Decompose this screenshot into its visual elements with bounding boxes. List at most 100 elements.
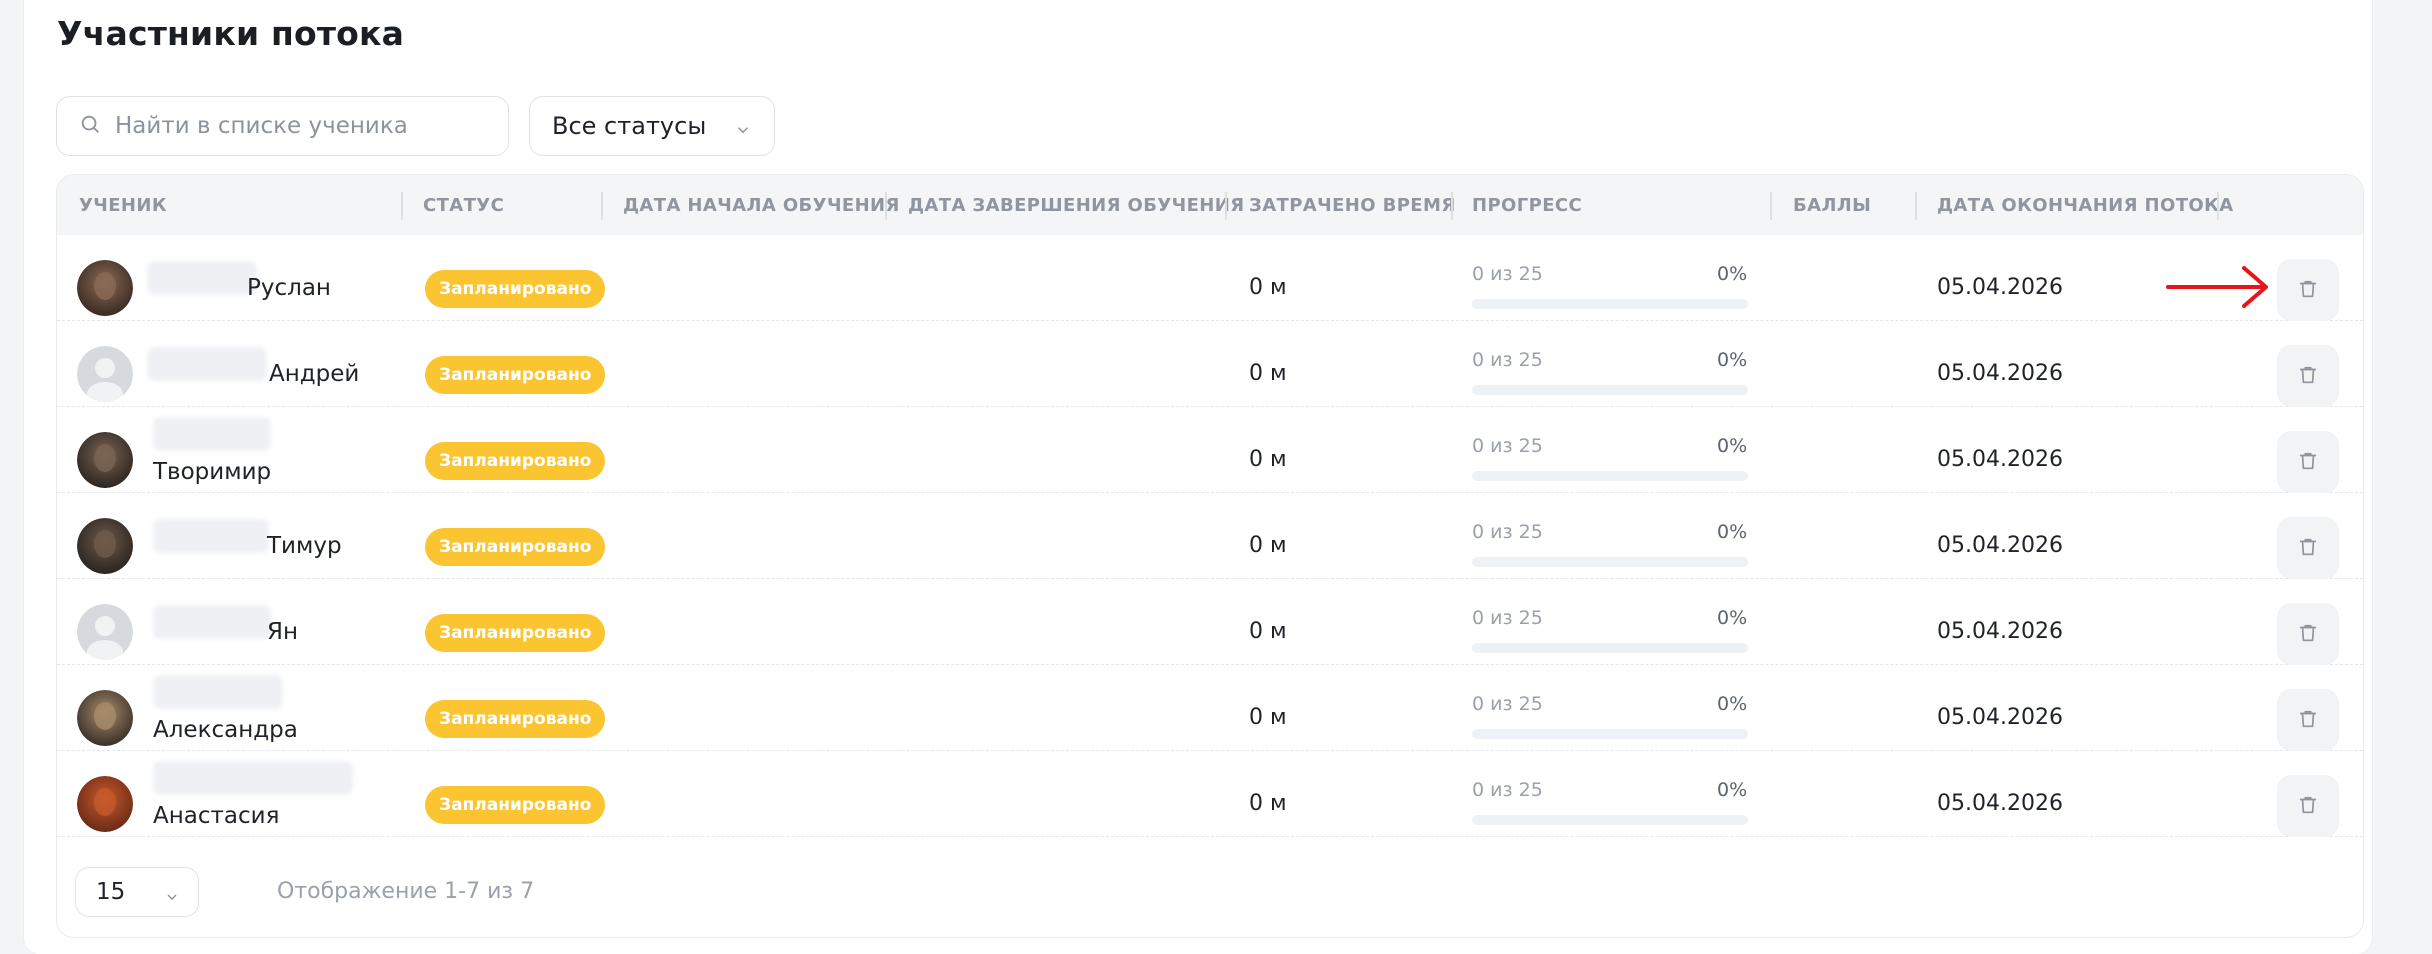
column-header-student[interactable]: Ученик <box>79 175 167 235</box>
column-divider <box>401 192 403 220</box>
delete-button[interactable] <box>2277 431 2339 493</box>
trash-icon <box>2297 708 2319 733</box>
progress-bar <box>1472 299 1748 309</box>
stream-end-date: 05.04.2026 <box>1937 361 2063 386</box>
time-spent: 0 м <box>1249 791 1287 816</box>
time-spent: 0 м <box>1249 275 1287 300</box>
status-filter-value: Все статусы <box>552 112 707 140</box>
stream-end-date: 05.04.2026 <box>1937 619 2063 644</box>
progress-bar <box>1472 471 1748 481</box>
progress-percent: 0% <box>1717 435 1748 457</box>
avatar <box>77 518 133 574</box>
delete-button[interactable] <box>2277 517 2339 579</box>
student-name[interactable]: Андрей <box>269 361 359 387</box>
table-row[interactable]: Руслан Запланировано 0 м 0 из 25 0% 05.04.202… <box>57 235 2363 321</box>
redacted-surname <box>153 519 269 553</box>
search-input[interactable] <box>115 113 475 139</box>
delete-button[interactable] <box>2277 345 2339 407</box>
student-name[interactable]: Александра <box>153 717 298 743</box>
avatar <box>77 604 133 660</box>
progress-count: 0 из 25 <box>1472 693 1543 715</box>
status-badge: Запланировано <box>425 786 606 824</box>
table-row[interactable]: Александра Запланировано 0 м 0 из 25 0% 05.04… <box>57 665 2363 751</box>
redacted-surname <box>147 347 267 381</box>
progress-percent: 0% <box>1717 521 1748 543</box>
avatar <box>77 346 133 402</box>
status-badge: Запланировано <box>425 270 606 308</box>
trash-icon <box>2297 794 2319 819</box>
column-header-start-date[interactable]: Дата начала обучения <box>623 175 900 235</box>
progress-bar <box>1472 385 1748 395</box>
trash-icon <box>2297 536 2319 561</box>
student-name[interactable]: Руслан <box>247 275 331 301</box>
time-spent: 0 м <box>1249 361 1287 386</box>
table-row[interactable]: Ян Запланировано 0 м 0 из 25 0% 05.04.2026 <box>57 579 2363 665</box>
status-badge: Запланировано <box>425 528 606 566</box>
column-header-time[interactable]: Затрачено время <box>1249 175 1456 235</box>
student-name[interactable]: Творимир <box>153 459 271 485</box>
redacted-surname <box>153 675 283 709</box>
participants-table: Ученик Статус Дата начала обучения Дата … <box>56 174 2364 938</box>
progress-count: 0 из 25 <box>1472 607 1543 629</box>
table-header: Ученик Статус Дата начала обучения Дата … <box>57 175 2363 235</box>
time-spent: 0 м <box>1249 619 1287 644</box>
progress-count: 0 из 25 <box>1472 779 1543 801</box>
table-row[interactable]: Анастасия Запланировано 0 м 0 из 25 0% 05.04.… <box>57 751 2363 837</box>
per-page-value: 15 <box>96 879 126 905</box>
status-badge: Запланировано <box>425 442 606 480</box>
delete-button[interactable] <box>2277 689 2339 751</box>
column-divider <box>2217 192 2219 220</box>
column-header-status[interactable]: Статус <box>423 175 504 235</box>
chevron-down-icon <box>164 885 180 901</box>
time-spent: 0 м <box>1249 533 1287 558</box>
table-row[interactable]: Творимир Запланировано 0 м 0 из 25 0% 05.04.2… <box>57 407 2363 493</box>
delete-button[interactable] <box>2277 603 2339 665</box>
column-divider <box>885 192 887 220</box>
progress-count: 0 из 25 <box>1472 521 1543 543</box>
progress-count: 0 из 25 <box>1472 435 1543 457</box>
arrow-right-icon <box>2166 266 2268 308</box>
column-divider <box>1770 192 1772 220</box>
progress-bar <box>1472 557 1748 567</box>
column-header-score[interactable]: Баллы <box>1793 175 1871 235</box>
app-shell: Участники потока Все статусы Ученик Стат… <box>0 0 2432 954</box>
trash-icon <box>2297 364 2319 389</box>
search-box[interactable] <box>56 96 509 156</box>
redacted-surname <box>147 261 257 295</box>
table-row[interactable]: Андрей Запланировано 0 м 0 из 25 0% 05.04.202… <box>57 321 2363 407</box>
progress-count: 0 из 25 <box>1472 263 1543 285</box>
chevron-down-icon <box>734 117 752 135</box>
progress-count: 0 из 25 <box>1472 349 1543 371</box>
per-page-select[interactable]: 15 <box>75 867 199 917</box>
redacted-surname <box>153 605 271 639</box>
status-badge: Запланировано <box>425 700 606 738</box>
avatar <box>77 690 133 746</box>
column-header-stream-end[interactable]: Дата окончания потока <box>1937 175 2234 235</box>
delete-button[interactable] <box>2277 775 2339 837</box>
trash-icon <box>2297 622 2319 647</box>
table-row[interactable]: Тимур Запланировано 0 м 0 из 25 0% 05.04.2026 <box>57 493 2363 579</box>
status-filter-select[interactable]: Все статусы <box>529 96 775 156</box>
participants-card: Участники потока Все статусы Ученик Стат… <box>24 0 2372 954</box>
progress-bar <box>1472 643 1748 653</box>
column-header-progress[interactable]: Прогресс <box>1472 175 1582 235</box>
redacted-surname <box>153 761 353 795</box>
progress-percent: 0% <box>1717 607 1748 629</box>
redacted-surname <box>153 417 271 451</box>
progress-percent: 0% <box>1717 263 1748 285</box>
search-icon <box>79 113 101 139</box>
status-badge: Запланировано <box>425 356 606 394</box>
delete-button[interactable] <box>2277 259 2339 321</box>
stream-end-date: 05.04.2026 <box>1937 791 2063 816</box>
trash-icon <box>2297 278 2319 303</box>
column-header-end-date[interactable]: Дата завершения обучения <box>908 175 1244 235</box>
progress-bar <box>1472 815 1748 825</box>
avatar <box>77 260 133 316</box>
pagination-summary: Отображение 1-7 из 7 <box>277 879 535 904</box>
trash-icon <box>2297 450 2319 475</box>
column-divider <box>601 192 603 220</box>
student-name[interactable]: Анастасия <box>153 803 279 829</box>
student-name[interactable]: Ян <box>267 619 298 645</box>
student-name[interactable]: Тимур <box>267 533 342 559</box>
progress-percent: 0% <box>1717 693 1748 715</box>
